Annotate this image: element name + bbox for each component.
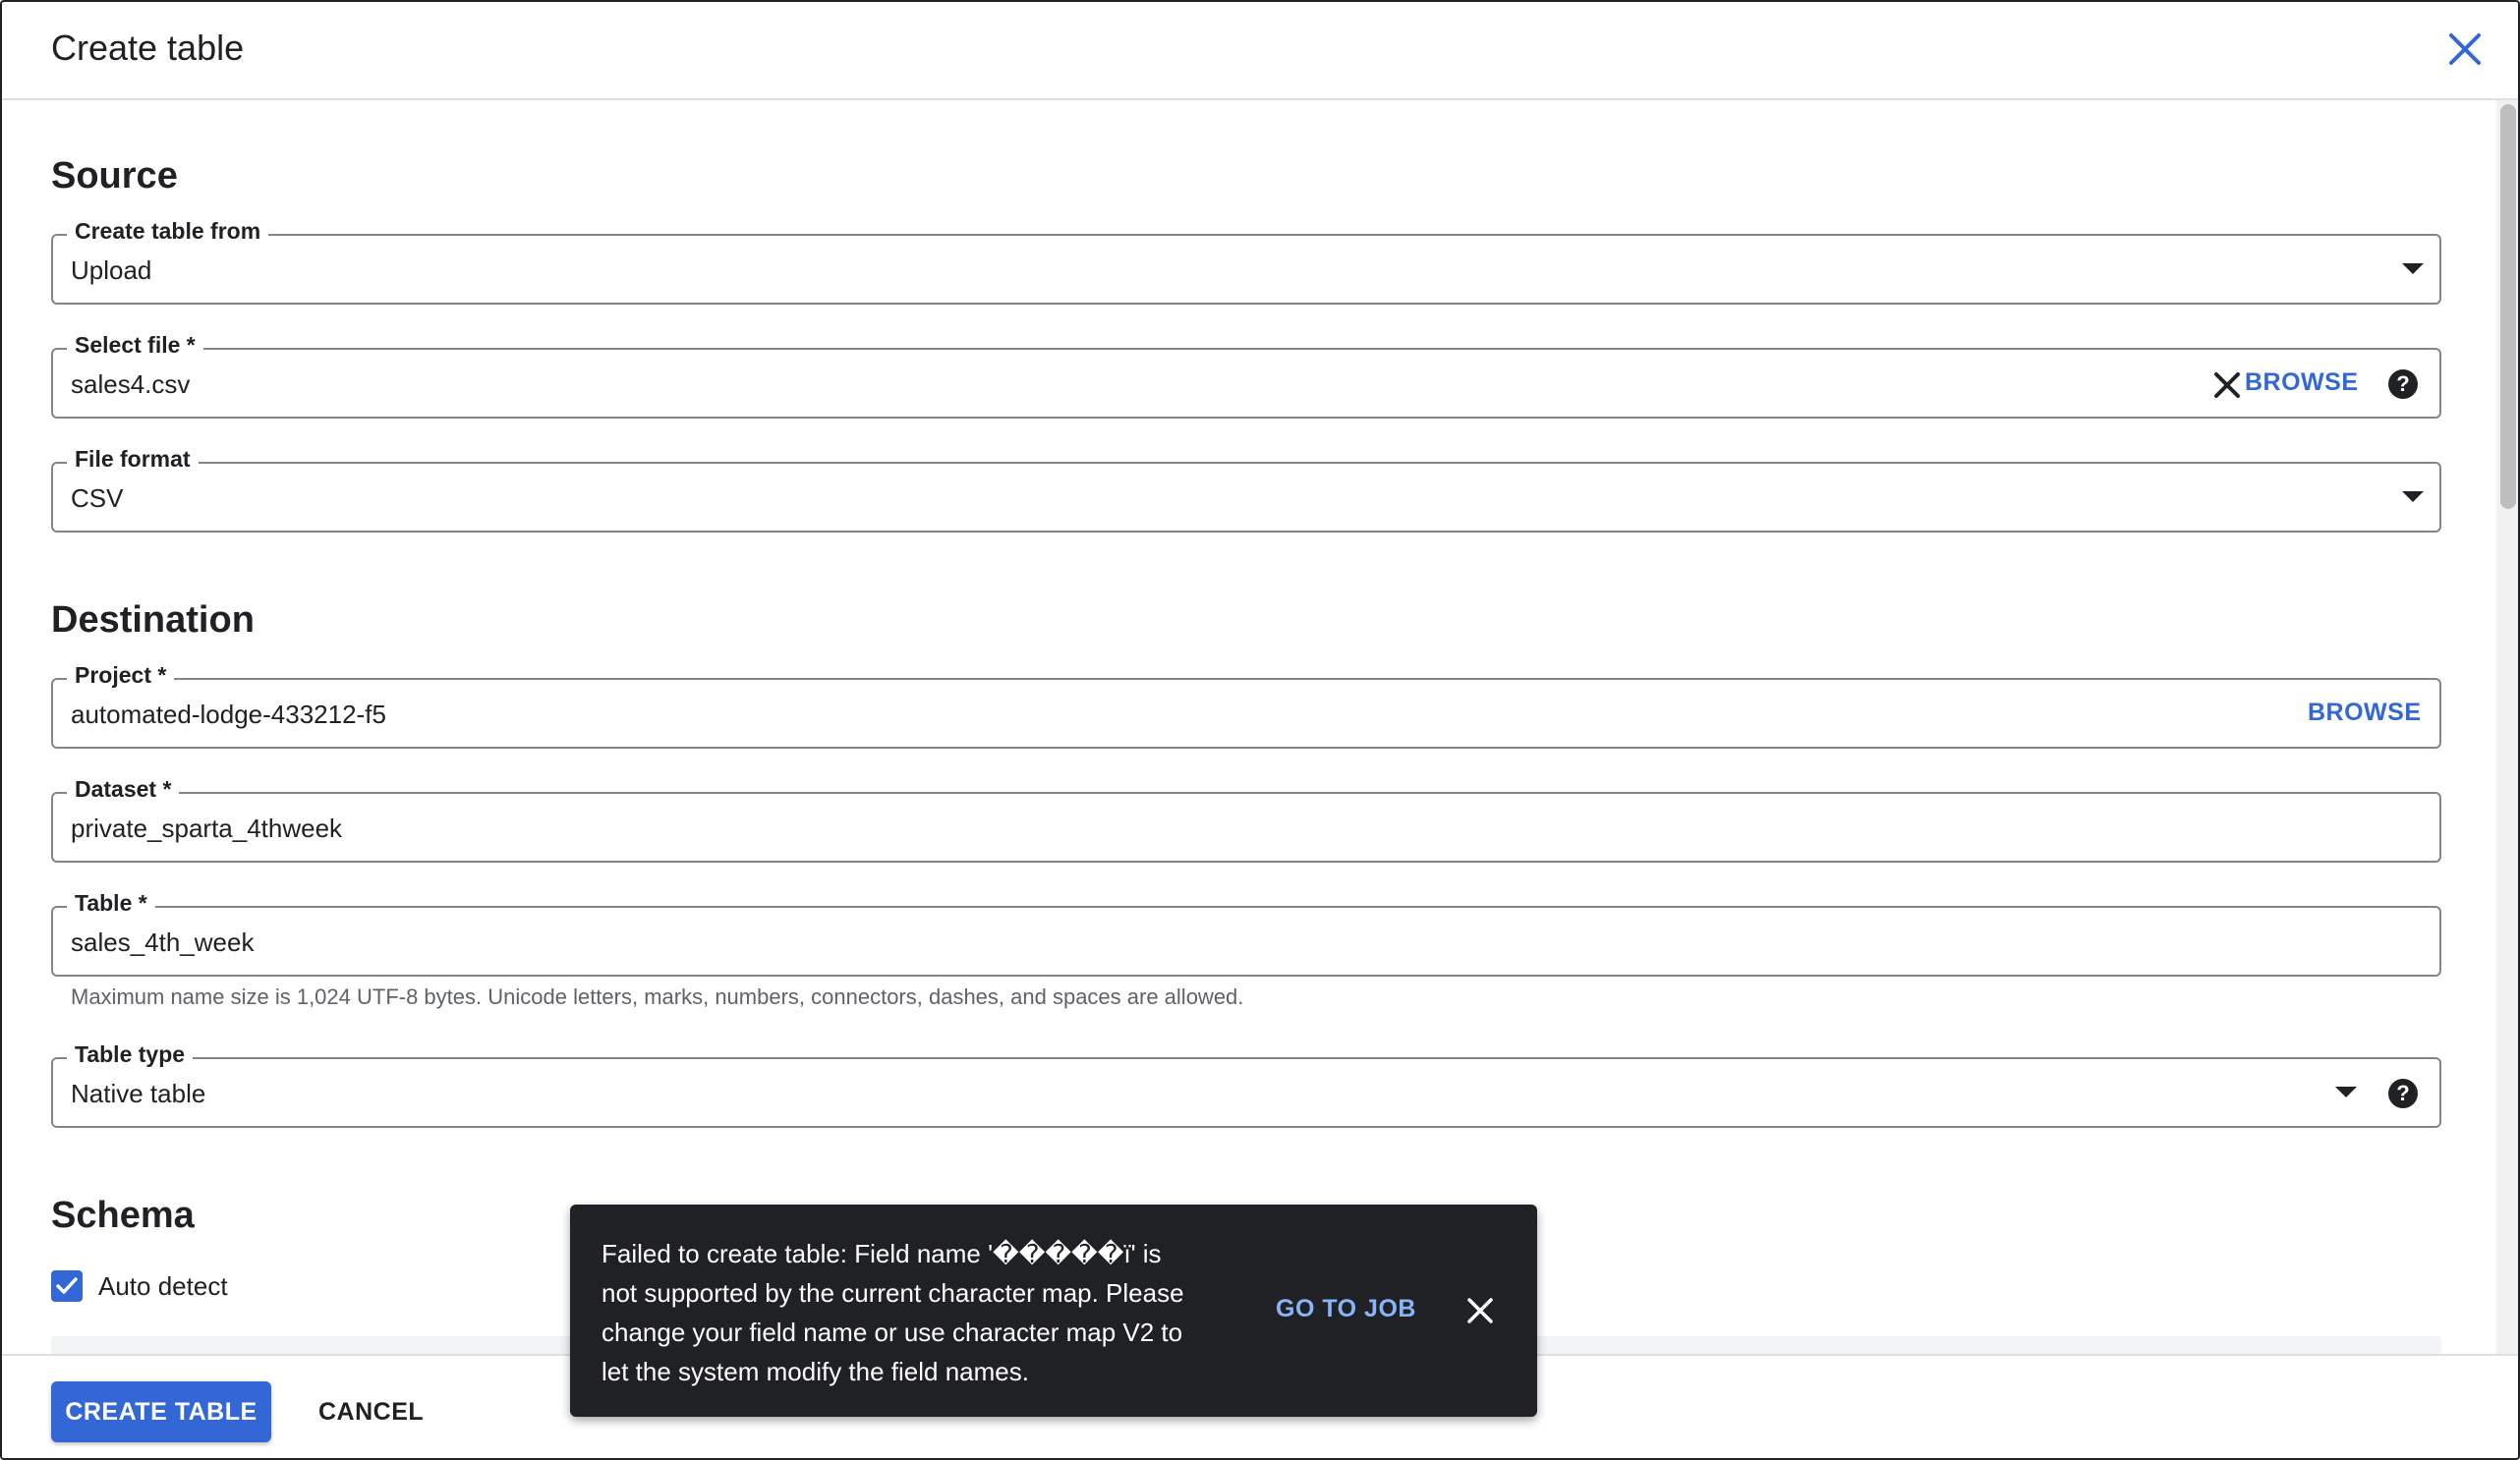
file-format-select[interactable]: File format CSV xyxy=(51,446,2441,533)
dataset-field[interactable]: Dataset * private_sparta_4thweek xyxy=(51,776,2441,863)
clear-file-icon[interactable] xyxy=(2211,369,2243,401)
help-icon[interactable]: ? xyxy=(2388,1079,2418,1108)
scrollbar-thumb[interactable] xyxy=(2500,104,2516,509)
file-format-value: CSV xyxy=(71,483,124,513)
help-icon[interactable]: ? xyxy=(2388,369,2418,399)
file-format-label: File format xyxy=(67,446,199,473)
select-file-field[interactable]: Select file * sales4.csv BROWSE ? xyxy=(51,332,2441,419)
table-value: sales_4th_week xyxy=(71,927,255,957)
project-field[interactable]: Project * automated-lodge-433212-f5 BROW… xyxy=(51,662,2441,749)
table-name-input[interactable]: Table * sales_4th_week xyxy=(51,890,2441,977)
go-to-job-button[interactable]: GO TO JOB xyxy=(1276,1295,1416,1323)
dropdown-arrow-icon[interactable] xyxy=(2402,491,2424,502)
project-label: Project * xyxy=(67,662,175,689)
checkmark-icon xyxy=(56,1277,78,1294)
dialog-title: Create table xyxy=(51,28,245,68)
dataset-value: private_sparta_4thweek xyxy=(71,814,343,843)
create-table-from-label: Create table from xyxy=(67,218,269,245)
browse-file-button[interactable]: BROWSE xyxy=(2245,368,2359,397)
source-heading: Source xyxy=(51,155,178,197)
browse-project-button[interactable]: BROWSE xyxy=(2308,699,2422,727)
schema-heading: Schema xyxy=(51,1195,195,1236)
table-type-select[interactable]: Table type Native table ? xyxy=(51,1041,2441,1128)
error-message: Failed to create table: Field name '����… xyxy=(601,1239,1184,1386)
project-value: automated-lodge-433212-f5 xyxy=(71,700,386,729)
dataset-label: Dataset * xyxy=(67,776,180,803)
auto-detect-checkbox[interactable] xyxy=(51,1270,83,1302)
dropdown-arrow-icon[interactable] xyxy=(2335,1087,2357,1097)
dropdown-arrow-icon[interactable] xyxy=(2402,263,2424,274)
create-table-dialog: Create table Source Create table from Up… xyxy=(0,0,2520,1460)
select-file-value: sales4.csv xyxy=(71,369,191,399)
close-snackbar-icon[interactable] xyxy=(1464,1295,1496,1326)
cancel-button[interactable]: CANCEL xyxy=(318,1381,424,1442)
error-snackbar: Failed to create table: Field name '����… xyxy=(570,1205,1537,1417)
select-file-label: Select file * xyxy=(67,332,203,359)
table-name-hint: Maximum name size is 1,024 UTF-8 bytes. … xyxy=(71,984,1244,1009)
table-label: Table * xyxy=(67,890,155,917)
create-table-from-value: Upload xyxy=(71,255,152,285)
auto-detect-label: Auto detect xyxy=(98,1271,228,1301)
table-type-label: Table type xyxy=(67,1041,194,1068)
table-type-value: Native table xyxy=(71,1079,206,1108)
close-dialog-icon[interactable] xyxy=(2443,28,2487,71)
create-table-button[interactable]: CREATE TABLE xyxy=(51,1381,271,1442)
dialog-header: Create table xyxy=(2,2,2518,100)
create-table-from-select[interactable]: Create table from Upload xyxy=(51,218,2441,305)
destination-heading: Destination xyxy=(51,599,255,641)
